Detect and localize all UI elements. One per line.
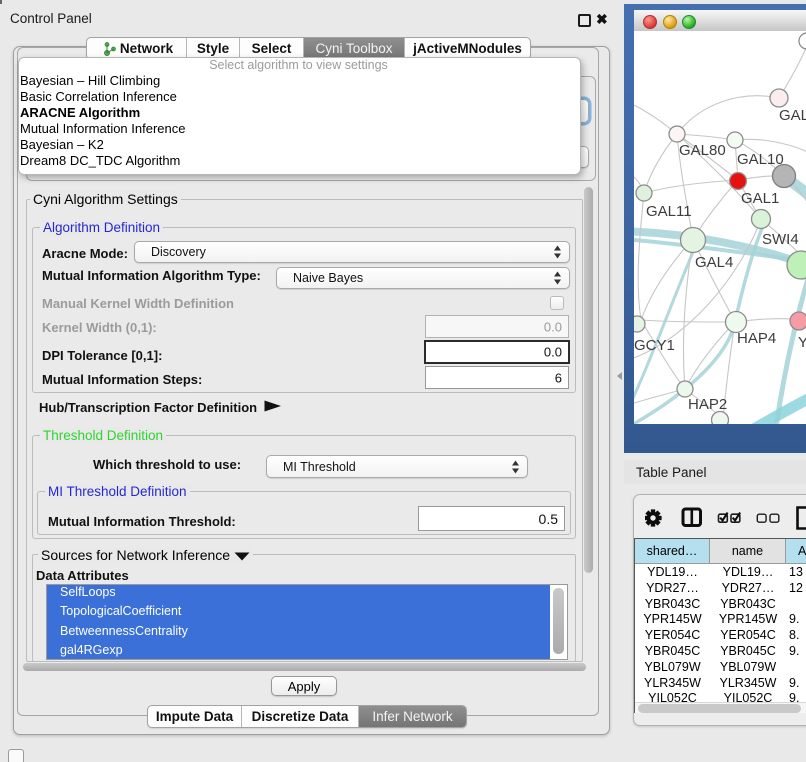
svg-text:GCY1: GCY1 <box>634 337 675 354</box>
svg-text:GAL10: GAL10 <box>737 151 784 168</box>
svg-text:HAP2: HAP2 <box>688 396 727 413</box>
svg-text:YB: YB <box>798 334 806 351</box>
svg-text:HAP4: HAP4 <box>737 330 776 347</box>
svg-text:GAL2: GAL2 <box>779 107 806 124</box>
svg-text:GAL4: GAL4 <box>695 254 733 271</box>
svg-text:GAL1: GAL1 <box>741 190 779 207</box>
svg-text:SWI4: SWI4 <box>762 231 799 248</box>
svg-text:GAL80: GAL80 <box>679 142 726 159</box>
svg-text:GAL11: GAL11 <box>646 203 692 220</box>
